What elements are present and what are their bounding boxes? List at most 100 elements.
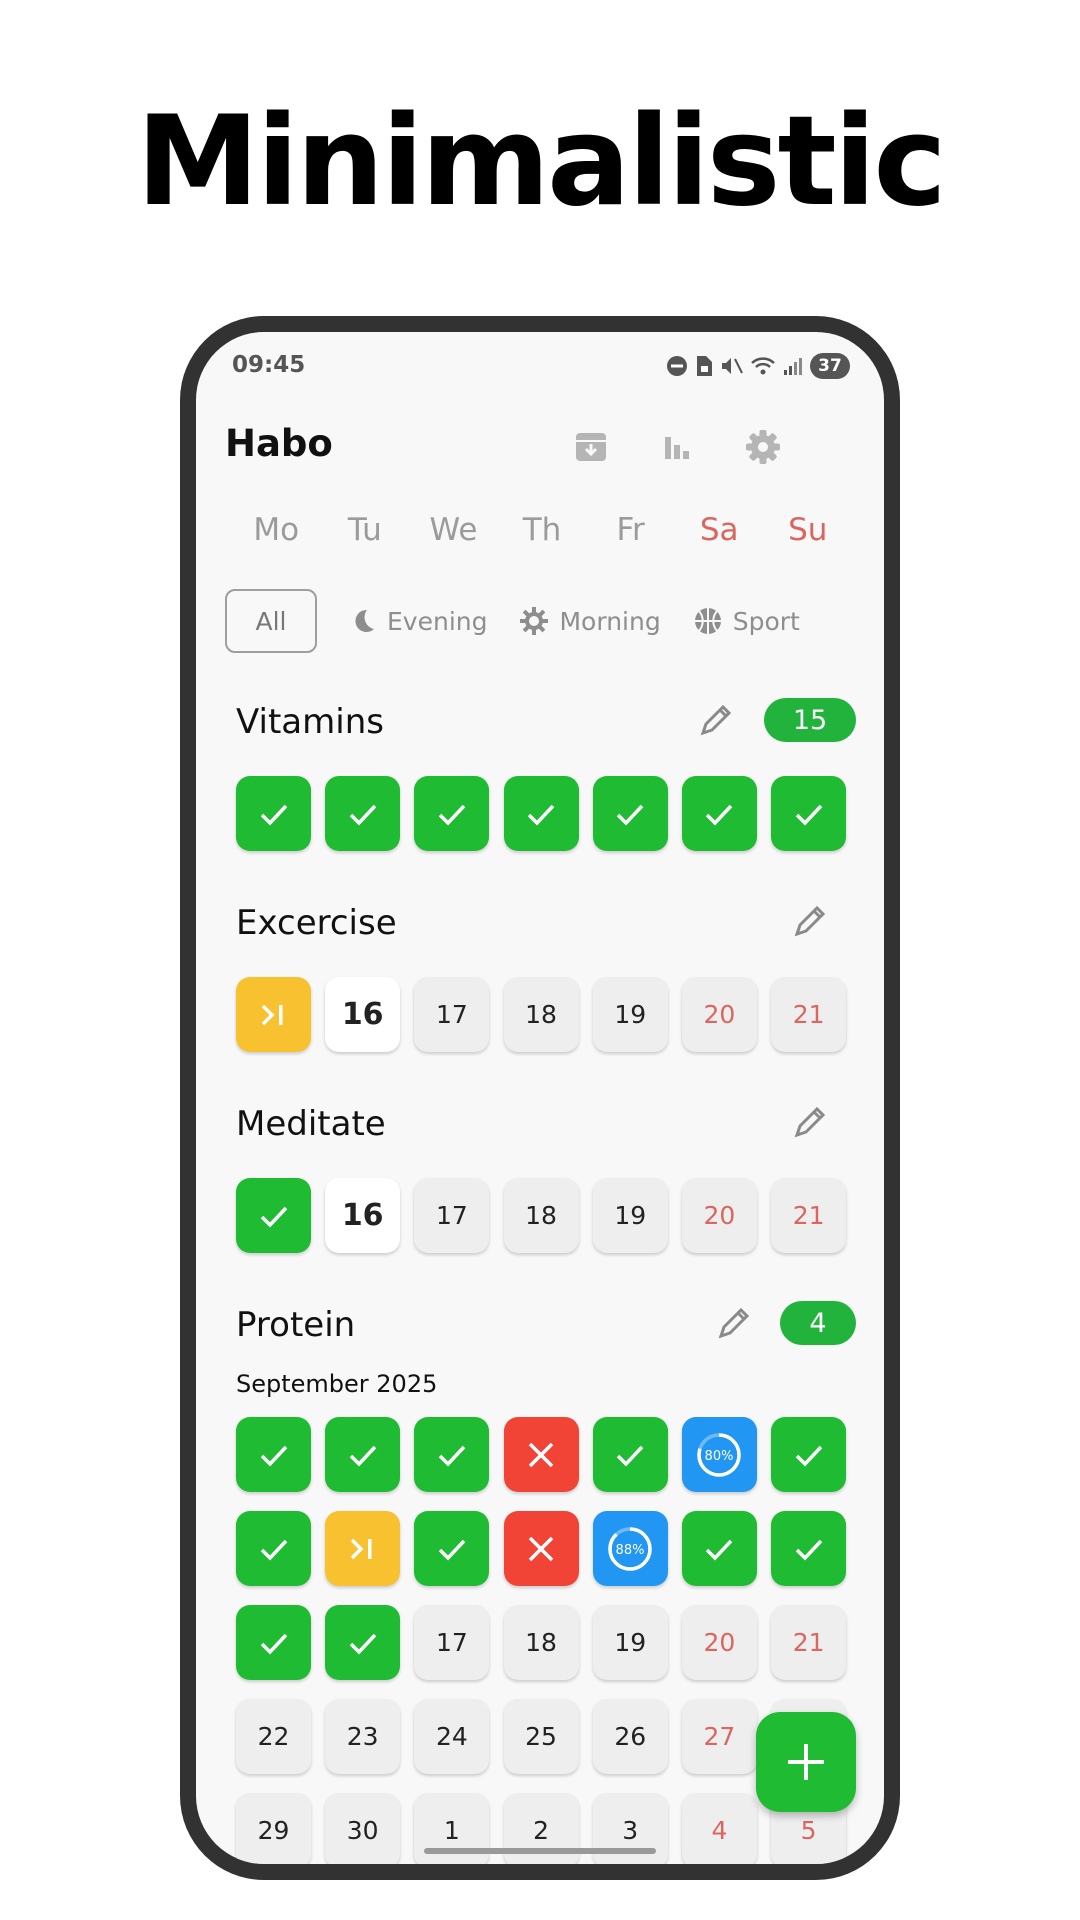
cross-icon	[528, 1536, 554, 1561]
day-cell-done[interactable]	[771, 1417, 847, 1492]
day-cell-done[interactable]	[414, 1417, 490, 1492]
streak-badge: 4	[780, 1301, 856, 1345]
day-cell-done[interactable]	[325, 1417, 401, 1492]
day-cell-done[interactable]	[414, 776, 490, 851]
day-number: 27	[703, 1722, 736, 1751]
day-cell-done[interactable]	[592, 1417, 668, 1492]
progress-ring: 88%	[608, 1526, 652, 1571]
day-cell-empty[interactable]: 18	[503, 977, 579, 1052]
day-cell-done[interactable]	[325, 776, 401, 851]
day-cell-done[interactable]	[236, 1605, 311, 1680]
day-cell-today[interactable]: 16	[325, 1178, 401, 1253]
day-cell-empty[interactable]: 17	[414, 1605, 490, 1680]
day-cell-failed[interactable]	[503, 1511, 579, 1586]
weekday-label-weekend: Su	[788, 512, 828, 548]
weekday-label: Mo	[253, 512, 300, 548]
check-icon	[527, 804, 555, 826]
day-number: 18	[525, 1000, 557, 1029]
day-cell-failed[interactable]	[503, 1417, 579, 1492]
day-cell-progress[interactable]: 80%	[681, 1417, 757, 1492]
category-chip-sport[interactable]: Sport	[693, 606, 800, 636]
day-cell-done[interactable]	[325, 1605, 401, 1680]
add-habit-button[interactable]	[756, 1712, 856, 1812]
day-number: 23	[346, 1722, 379, 1751]
day-number: 29	[257, 1816, 290, 1845]
category-chip-morning[interactable]: Morning	[519, 606, 661, 636]
check-icon	[260, 1633, 287, 1655]
day-cell-weekend[interactable]: 4	[681, 1793, 757, 1864]
pencil-icon	[794, 905, 826, 937]
day-cell-weekend[interactable]: 21	[771, 977, 847, 1052]
day-cell-done[interactable]	[236, 776, 311, 851]
day-cell-empty[interactable]: 19	[592, 977, 668, 1052]
day-number: 19	[614, 1628, 647, 1657]
day-cell-done[interactable]	[236, 1511, 311, 1586]
day-cell-done[interactable]	[771, 1511, 847, 1586]
phone-screen: 09:45 37 Habo Mo Tu We Th Fr Sa Su All E…	[196, 332, 884, 1864]
day-number: 21	[792, 1201, 825, 1230]
day-cell-empty[interactable]: 17	[414, 977, 490, 1052]
day-cell-empty[interactable]: 22	[236, 1699, 311, 1774]
check-icon	[260, 1445, 287, 1467]
day-cell-weekend[interactable]: 20	[681, 1178, 757, 1253]
day-cell-empty[interactable]: 30	[325, 1793, 401, 1864]
wifi-icon	[751, 357, 775, 375]
category-label: Evening	[387, 606, 488, 636]
day-cell-done[interactable]	[236, 1178, 311, 1253]
day-cell-empty[interactable]: 18	[503, 1605, 579, 1680]
basketball-icon	[694, 608, 721, 634]
day-cell-weekend[interactable]: 20	[681, 1605, 757, 1680]
calendar-week-row: 88%	[236, 1511, 856, 1586]
day-cell-empty[interactable]: 18	[503, 1178, 579, 1253]
day-cell-done[interactable]	[236, 1417, 311, 1492]
archive-button[interactable]	[568, 424, 614, 470]
day-cell-done[interactable]	[771, 776, 847, 851]
edit-habit-button[interactable]	[716, 1305, 756, 1345]
category-chip-evening[interactable]: Evening	[349, 607, 487, 636]
day-cell-empty[interactable]: 25	[503, 1699, 579, 1774]
edit-habit-button[interactable]	[792, 903, 832, 943]
day-cell-done[interactable]	[592, 776, 668, 851]
day-cell-skipped[interactable]	[325, 1511, 401, 1586]
day-cell-weekend[interactable]: 21	[771, 1178, 847, 1253]
skip-icon	[261, 1004, 282, 1025]
habit-name[interactable]: Vitamins	[236, 702, 384, 742]
day-cell-done[interactable]	[681, 776, 757, 851]
battery-indicator: 37	[810, 353, 850, 379]
day-cell-empty[interactable]: 17	[414, 1178, 490, 1253]
check-icon	[349, 804, 376, 826]
day-number: 21	[792, 1000, 825, 1029]
edit-habit-button[interactable]	[792, 1104, 832, 1144]
day-cell-empty[interactable]: 19	[592, 1605, 668, 1680]
day-cell-weekend[interactable]: 20	[681, 977, 757, 1052]
day-cell-empty[interactable]: 23	[325, 1699, 401, 1774]
day-cell-empty[interactable]: 24	[414, 1699, 490, 1774]
edit-habit-button[interactable]	[698, 702, 738, 742]
statistics-button[interactable]	[654, 424, 700, 470]
day-number: 30	[346, 1816, 379, 1845]
day-cell-done[interactable]	[681, 1511, 757, 1586]
habit-name[interactable]: Excercise	[236, 903, 397, 943]
day-cell-skipped[interactable]	[236, 977, 311, 1052]
day-cell-weekend[interactable]: 27	[681, 1699, 757, 1774]
day-cell-weekend[interactable]: 21	[771, 1605, 847, 1680]
habit-header: Excercise	[236, 897, 856, 947]
day-cell-progress[interactable]: 88%	[592, 1511, 668, 1586]
sim-card-icon	[697, 356, 712, 376]
settings-button[interactable]	[740, 424, 786, 470]
day-number: 16	[341, 1198, 384, 1233]
day-cell-empty[interactable]: 26	[592, 1699, 668, 1774]
day-cell-today[interactable]: 16	[325, 977, 401, 1052]
habit-week-row: 16 17 18 19 20 21	[236, 1178, 856, 1253]
pencil-icon	[700, 704, 732, 736]
habit-name[interactable]: Protein	[236, 1305, 355, 1345]
check-icon	[260, 1206, 287, 1228]
day-cell-done[interactable]	[503, 776, 579, 851]
habit-name[interactable]: Meditate	[236, 1104, 386, 1144]
category-chip-all[interactable]: All	[225, 589, 317, 653]
day-number: 3	[622, 1816, 639, 1845]
day-cell-done[interactable]	[414, 1511, 490, 1586]
day-cell-empty[interactable]: 29	[236, 1793, 311, 1864]
sun-icon	[520, 607, 549, 635]
day-cell-empty[interactable]: 19	[592, 1178, 668, 1253]
